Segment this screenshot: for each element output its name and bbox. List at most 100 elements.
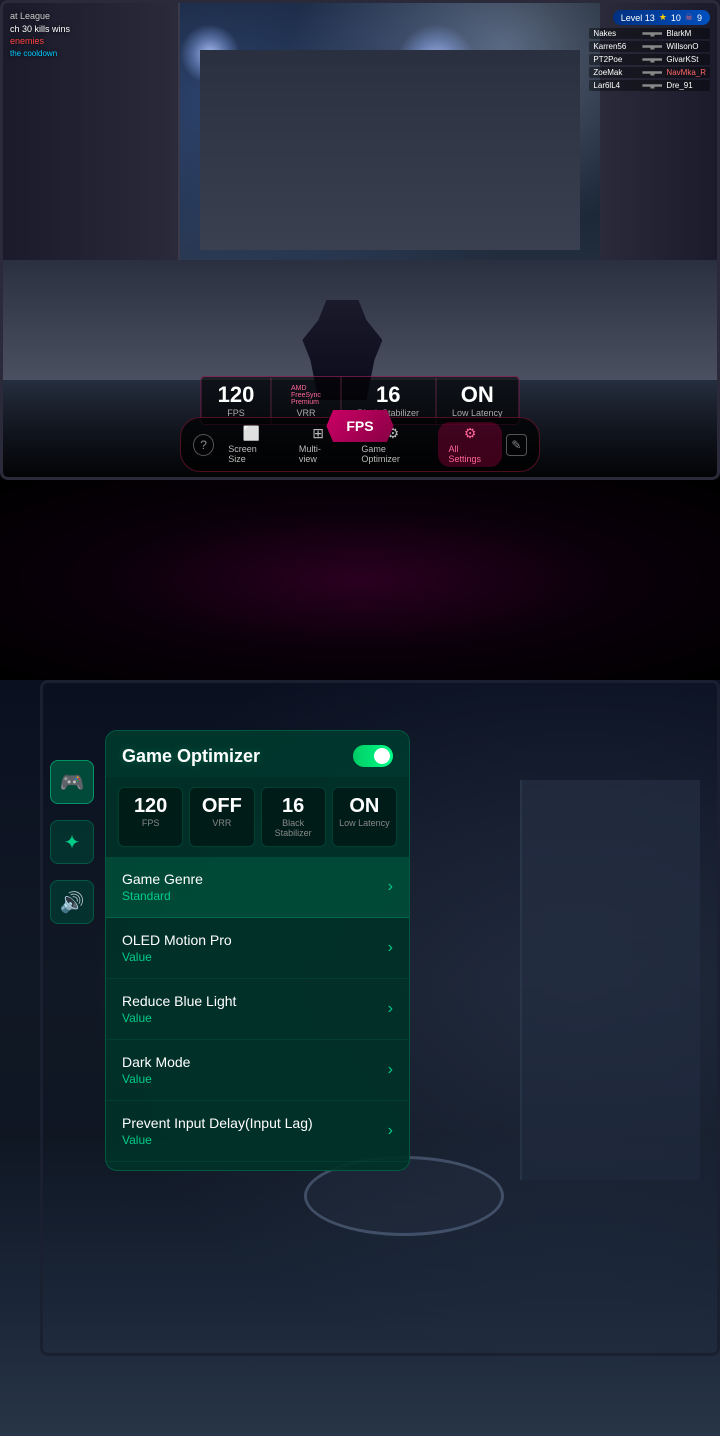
score-kills: Dre_91 [666,81,692,90]
dark-mode-name: Dark Mode [122,1054,190,1070]
score-row: ZoeMak NavMka_R [589,67,710,78]
menu-item-oled-motion-pro[interactable]: OLED Motion Pro Value › [106,918,409,979]
fps-center-badge: FPS [326,410,393,442]
bottom-game-section: 🎮 ✦ 🔊 Game Optimizer 120 FPS OFF VRR 16 … [0,680,720,1436]
qs-bs-label: Black Stabilizer [266,818,321,838]
score-name: Karren56 [593,42,638,51]
menu-item-game-genre-left: Game Genre Standard [122,871,203,903]
score-kills: WillsonO [666,42,698,51]
dark-mode-value: Value [122,1072,190,1086]
menu-item-dm-left: Dark Mode Value [122,1054,190,1086]
game-genre-name: Game Genre [122,871,203,887]
multiview-label: Multi-view [299,444,338,464]
enemies-text: enemies [10,35,70,48]
panel-header: Game Optimizer [106,731,409,777]
score-name: ZoeMak [593,68,638,77]
top-game-section: at League ch 30 kills wins enemies the c… [0,0,720,480]
score-name: PT2Poe [593,55,638,64]
qs-fps-label: FPS [123,818,178,828]
score-row: Nakes BlarkM [589,28,710,39]
qs-vrr: OFF VRR [189,787,254,847]
screen-size-icon: ⬜ [243,425,260,442]
menu-item-dark-mode[interactable]: Dark Mode Value › [106,1040,409,1101]
qs-bs-value: 16 [266,796,321,816]
panel-title: Game Optimizer [122,746,260,767]
sidebar-gamepad-icon[interactable]: 🎮 [50,760,94,804]
gun-icon [642,31,662,37]
hud-right-panel: Level 13 ★ 10 ☠ 9 Nakes BlarkM Karren56 … [589,10,710,91]
qs-vrr-label: VRR [194,818,249,828]
cooldown-text: the cooldown [10,48,70,59]
menu-item-pid-left: Prevent Input Delay(Input Lag) Value [122,1115,313,1147]
oled-motion-pro-value: Value [122,950,232,964]
game-genre-chevron: › [388,878,393,896]
latency-label: Low Latency [452,408,503,418]
menu-item-rbl-left: Reduce Blue Light Value [122,993,236,1025]
reduce-blue-light-name: Reduce Blue Light [122,993,236,1009]
game-hud-top: at League ch 30 kills wins enemies the c… [10,10,710,91]
scoreboard: Nakes BlarkM Karren56 WillsonO PT2Poe Gi… [589,28,710,91]
score-kills: BlarkM [666,29,691,38]
all-settings-label: All Settings [448,444,491,464]
qs-fps-value: 120 [123,796,178,816]
gun-icon [642,83,662,89]
level-text: Level 13 [621,13,655,23]
prevent-input-delay-name: Prevent Input Delay(Input Lag) [122,1115,313,1131]
menu-section: Game Genre Standard › OLED Motion Pro Va… [106,857,409,1170]
fps-value: 120 [218,384,255,406]
star-icon: ★ [659,12,667,23]
quick-stats-row: 120 FPS OFF VRR 16 Black Stabilizer ON L… [118,787,397,847]
hud-left-info: at League ch 30 kills wins enemies the c… [10,10,70,59]
architecture-right [520,780,700,1180]
level-badge: Level 13 ★ 10 ☠ 9 [613,10,710,25]
power-toggle[interactable] [353,745,393,767]
qs-black-stabilizer: 16 Black Stabilizer [261,787,326,847]
gun-icon [642,57,662,63]
sidebar: 🎮 ✦ 🔊 [50,760,94,924]
screen-size-label: Screen Size [228,444,275,464]
qs-ll-value: ON [337,796,392,816]
skull-icon: ☠ [685,12,693,23]
menu-item-reduce-blue-light[interactable]: Reduce Blue Light Value › [106,979,409,1040]
game-genre-value: Standard [122,889,203,903]
reduce-blue-light-chevron: › [388,1000,393,1018]
menu-item-prevent-input-delay[interactable]: Prevent Input Delay(Input Lag) Value › [106,1101,409,1162]
qs-vrr-value: OFF [194,796,249,816]
sidebar-settings-icon[interactable]: ✦ [50,820,94,864]
sidebar-volume-icon[interactable]: 🔊 [50,880,94,924]
gun-icon [642,70,662,76]
score-row: Karren56 WillsonO [589,41,710,52]
latency-value: ON [461,384,494,406]
menu-item-oled-left: OLED Motion Pro Value [122,932,232,964]
middle-divider [0,480,720,680]
edit-button[interactable]: ✎ [506,434,527,456]
bs-value: 16 [376,384,400,406]
qs-fps: 120 FPS [118,787,183,847]
gun-icon [642,44,662,50]
vrr-brand: AMDFreeSyncPremium [291,385,321,406]
all-settings-button[interactable]: ⚙ All Settings [438,422,501,467]
qs-ll-label: Low Latency [337,818,392,828]
all-settings-icon: ⚙ [464,425,477,442]
skull-count: 9 [697,13,702,23]
oled-motion-pro-name: OLED Motion Pro [122,932,232,948]
prevent-input-delay-chevron: › [388,1122,393,1140]
qs-low-latency: ON Low Latency [332,787,397,847]
game-optimizer-toolbar-label: Game Optimizer [361,444,424,464]
kills-text: ch 30 kills wins [10,23,70,36]
multiview-icon: ⊞ [312,425,324,442]
score-name: Lar6lL4 [593,81,638,90]
score-row: Lar6lL4 Dre_91 [589,80,710,91]
screen-size-button[interactable]: ⬜ Screen Size [218,422,285,467]
optimizer-panel: Game Optimizer 120 FPS OFF VRR 16 Black … [105,730,410,1171]
dark-mode-chevron: › [388,1061,393,1079]
menu-item-game-genre[interactable]: Game Genre Standard › [106,857,409,918]
score-name: Nakes [593,29,638,38]
reduce-blue-light-value: Value [122,1011,236,1025]
oled-motion-pro-chevron: › [388,939,393,957]
score-row: PT2Poe GivarKSt [589,54,710,65]
prevent-input-delay-value: Value [122,1133,313,1147]
help-button[interactable]: ? [193,434,214,456]
league-text: at League [10,10,70,23]
score-kills: GivarKSt [666,55,698,64]
